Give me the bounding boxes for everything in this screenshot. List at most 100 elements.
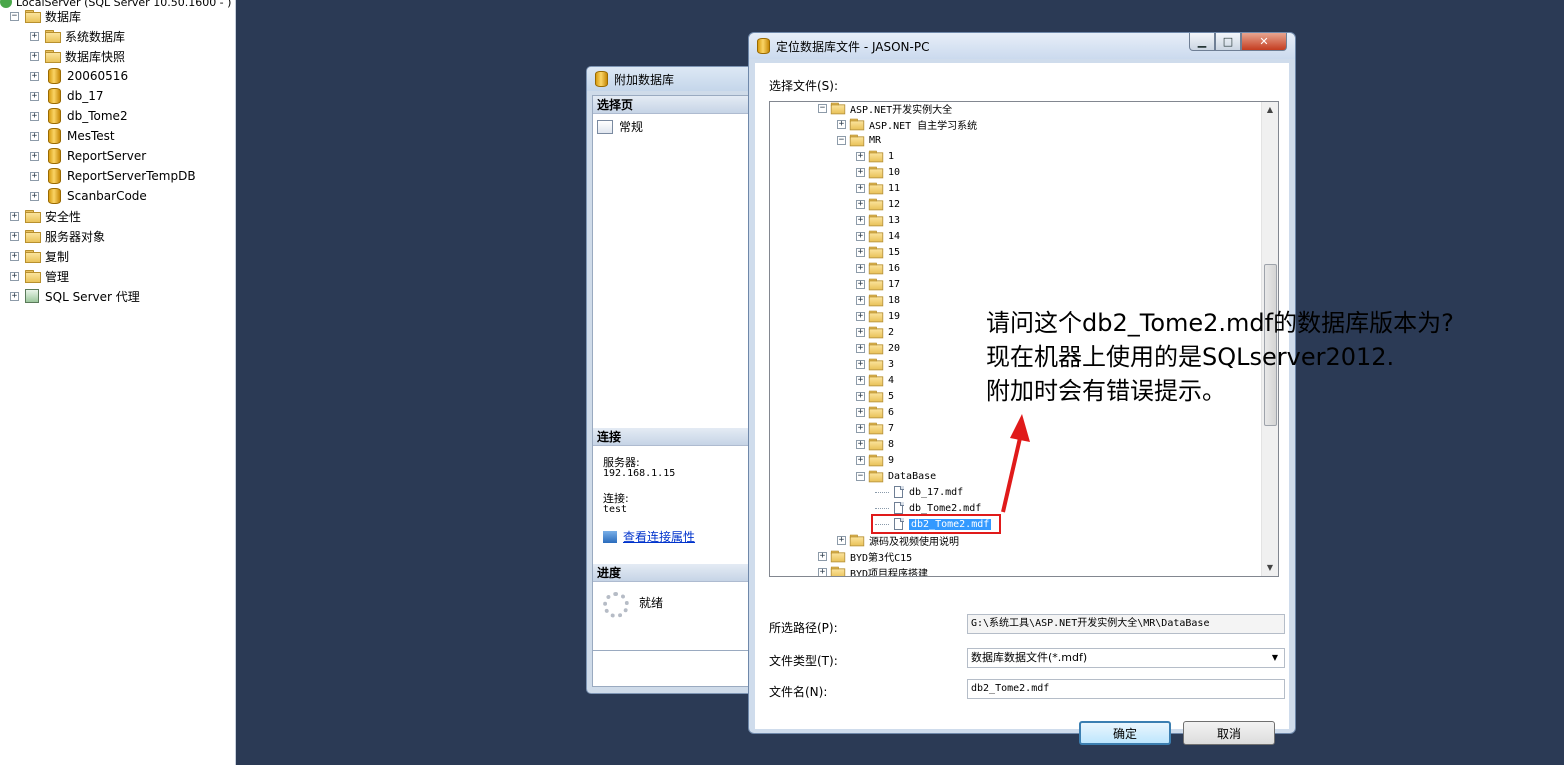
explorer-item[interactable]: + db_17 (30, 86, 104, 106)
expand-icon[interactable]: + (856, 327, 865, 337)
expand-icon[interactable]: + (856, 231, 865, 241)
explorer-item[interactable]: + 安全性 (10, 206, 81, 226)
file-tree-folder[interactable]: +8 (856, 436, 894, 452)
file-tree-folder[interactable]: +20 (856, 340, 900, 356)
view-connection-properties-link[interactable]: 查看连接属性 (603, 528, 695, 545)
expand-icon[interactable]: + (30, 151, 39, 161)
file-tree-folder[interactable]: − MR (837, 132, 881, 148)
expand-icon[interactable]: + (10, 211, 19, 221)
file-tree-folder[interactable]: +13 (856, 212, 900, 228)
explorer-item[interactable]: + 数据库快照 (30, 46, 125, 66)
expand-icon[interactable]: + (10, 271, 19, 281)
file-tree-folder[interactable]: +15 (856, 244, 900, 260)
explorer-item[interactable]: + MesTest (30, 126, 115, 146)
explorer-item[interactable]: +20060516 (30, 66, 128, 86)
collapse-icon[interactable]: − (10, 11, 19, 21)
expand-icon[interactable]: + (856, 455, 865, 465)
file-tree-folder[interactable]: +2 (856, 324, 894, 340)
explorer-item[interactable]: + ReportServer (30, 146, 146, 166)
attach-dialog-titlebar[interactable]: 附加数据库 (587, 67, 759, 91)
file-tree-folder[interactable]: +9 (856, 452, 894, 468)
file-tree-folder[interactable]: +14 (856, 228, 900, 244)
file-tree-folder[interactable]: +1 (856, 148, 894, 164)
file-tree-folder[interactable]: +4 (856, 372, 894, 388)
expand-icon[interactable]: + (30, 91, 39, 101)
explorer-item[interactable]: + ReportServerTempDB (30, 166, 196, 186)
explorer-item[interactable]: + 复制 (10, 246, 69, 266)
file-tree-folder[interactable]: + BYD第3代C15 (818, 548, 912, 564)
file-tree-folder[interactable]: +6 (856, 404, 894, 420)
expand-icon[interactable]: + (837, 535, 846, 545)
folder-icon (25, 10, 41, 23)
explorer-item[interactable]: + 服务器对象 (10, 226, 105, 246)
expand-icon[interactable]: + (837, 119, 846, 129)
expand-icon[interactable]: + (856, 215, 865, 225)
explorer-item[interactable]: + db_Tome2 (30, 106, 128, 126)
expand-icon[interactable]: + (856, 343, 865, 353)
expand-icon[interactable]: + (856, 375, 865, 385)
file-tree-folder[interactable]: +17 (856, 276, 900, 292)
expand-icon[interactable]: + (30, 171, 39, 181)
ok-button[interactable]: 确定 (1079, 721, 1171, 745)
expand-icon[interactable]: + (856, 295, 865, 305)
file-tree-folder[interactable]: +12 (856, 196, 900, 212)
file-tree-folder[interactable]: + BYD项目程序搭建 (818, 564, 928, 576)
file-tree-folder[interactable]: + ASP.NET 自主学习系统 (837, 116, 977, 132)
expand-icon[interactable]: + (10, 291, 19, 301)
expand-icon[interactable]: + (856, 167, 865, 177)
expand-icon[interactable]: + (818, 567, 827, 576)
expand-icon[interactable]: + (856, 407, 865, 417)
file-tree-folder[interactable]: +10 (856, 164, 900, 180)
locate-dialog-titlebar[interactable]: 定位数据库文件 - JASON-PC ▁ □ ✕ (749, 33, 1295, 59)
expand-icon[interactable]: + (856, 359, 865, 369)
file-tree-folder[interactable]: − ASP.NET开发实例大全 (818, 102, 952, 116)
file-tree-folder[interactable]: +11 (856, 180, 900, 196)
file-tree-folder[interactable]: +3 (856, 356, 894, 372)
file-tree-folder[interactable]: +19 (856, 308, 900, 324)
file-tree-folder[interactable]: +16 (856, 260, 900, 276)
explorer-item[interactable]: + 管理 (10, 266, 69, 286)
file-tree-folder[interactable]: − DataBase (856, 468, 936, 484)
close-button[interactable]: ✕ (1241, 33, 1287, 51)
file-type-select[interactable]: 数据库数据文件(*.mdf) ▼ (967, 648, 1285, 668)
expand-icon[interactable]: + (30, 131, 39, 141)
expand-icon[interactable]: + (30, 51, 39, 61)
expand-icon[interactable]: + (10, 251, 19, 261)
expand-icon[interactable]: + (856, 151, 865, 161)
collapse-icon[interactable]: − (837, 135, 846, 145)
explorer-item[interactable]: + 系统数据库 (30, 26, 125, 46)
minimize-button[interactable]: ▁ (1189, 33, 1215, 51)
explorer-item[interactable]: − 数据库 (10, 6, 81, 26)
collapse-icon[interactable]: − (818, 103, 827, 113)
expand-icon[interactable]: + (856, 311, 865, 321)
maximize-button[interactable]: □ (1215, 33, 1241, 51)
scroll-up-icon[interactable]: ▲ (1262, 102, 1278, 118)
expand-icon[interactable]: + (856, 247, 865, 257)
expand-icon[interactable]: + (856, 183, 865, 193)
file-tree-file[interactable]: db_17.mdf (875, 484, 963, 500)
expand-icon[interactable]: + (856, 423, 865, 433)
file-name-input[interactable]: db2_Tome2.mdf (967, 679, 1285, 699)
explorer-item[interactable]: + SQL Server 代理 (10, 286, 140, 306)
cancel-button[interactable]: 取消 (1183, 721, 1275, 745)
file-tree-folder[interactable]: +18 (856, 292, 900, 308)
expand-icon[interactable]: + (856, 439, 865, 449)
expand-icon[interactable]: + (856, 391, 865, 401)
expand-icon[interactable]: + (856, 279, 865, 289)
expand-icon[interactable]: + (30, 31, 39, 41)
expand-icon[interactable]: + (818, 551, 827, 561)
expand-icon[interactable]: + (30, 111, 39, 121)
expand-icon[interactable]: + (10, 231, 19, 241)
file-tree-folder[interactable]: +5 (856, 388, 894, 404)
expand-icon[interactable]: + (30, 71, 39, 81)
expand-icon[interactable]: + (856, 263, 865, 273)
explorer-item[interactable]: + ScanbarCode (30, 186, 147, 206)
scroll-down-icon[interactable]: ▼ (1262, 560, 1278, 576)
collapse-icon[interactable]: − (856, 471, 865, 481)
file-tree-folder[interactable]: +7 (856, 420, 894, 436)
file-tree-folder[interactable]: + 源码及视频使用说明 (837, 532, 959, 548)
expand-icon[interactable]: + (856, 199, 865, 209)
page-general[interactable]: 常规 (597, 118, 643, 135)
selected-path-field[interactable]: G:\系统工具\ASP.NET开发实例大全\MR\DataBase (967, 614, 1285, 634)
expand-icon[interactable]: + (30, 191, 39, 201)
